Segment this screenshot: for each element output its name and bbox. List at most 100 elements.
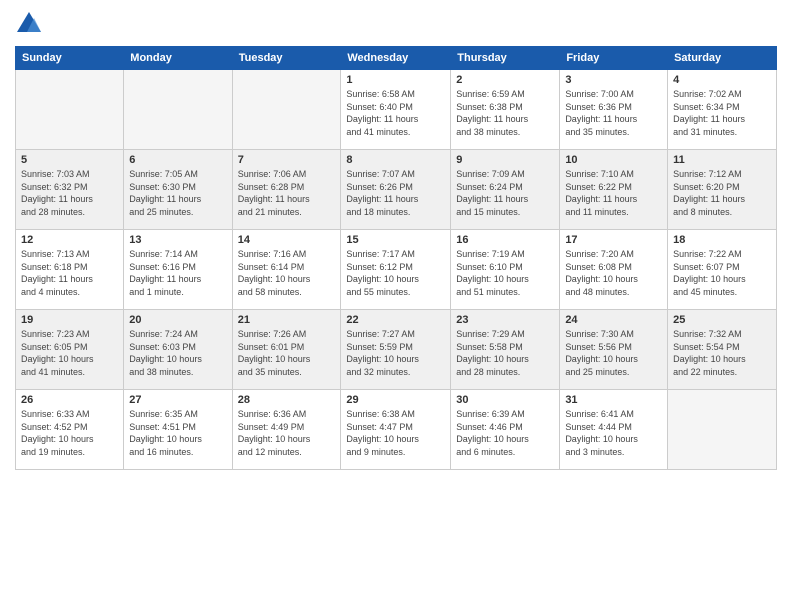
calendar-week-row: 12 Sunrise: 7:13 AM Sunset: 6:18 PM Dayli… xyxy=(16,230,777,310)
day-detail: Sunrise: 7:14 AM Sunset: 6:16 PM Dayligh… xyxy=(129,248,226,298)
calendar-cell: 11 Sunrise: 7:12 AM Sunset: 6:20 PM Dayli… xyxy=(668,150,777,230)
day-number: 13 xyxy=(129,234,226,246)
calendar-cell: 13 Sunrise: 7:14 AM Sunset: 6:16 PM Dayli… xyxy=(124,230,232,310)
day-detail: Sunrise: 7:05 AM Sunset: 6:30 PM Dayligh… xyxy=(129,168,226,218)
day-number: 11 xyxy=(673,154,771,166)
day-detail: Sunrise: 7:17 AM Sunset: 6:12 PM Dayligh… xyxy=(346,248,445,298)
day-detail: Sunrise: 6:33 AM Sunset: 4:52 PM Dayligh… xyxy=(21,408,118,458)
day-detail: Sunrise: 7:19 AM Sunset: 6:10 PM Dayligh… xyxy=(456,248,554,298)
logo-icon xyxy=(15,10,43,38)
day-detail: Sunrise: 7:03 AM Sunset: 6:32 PM Dayligh… xyxy=(21,168,118,218)
calendar-cell: 25Sunrise: 7:32 AM Sunset: 5:54 PM Dayli… xyxy=(668,310,777,390)
calendar-cell: 19Sunrise: 7:23 AM Sunset: 6:05 PM Dayli… xyxy=(16,310,124,390)
calendar-cell: 12 Sunrise: 7:13 AM Sunset: 6:18 PM Dayli… xyxy=(16,230,124,310)
day-number: 14 xyxy=(238,234,336,246)
day-number: 18 xyxy=(673,234,771,246)
day-detail: Sunrise: 7:06 AM Sunset: 6:28 PM Dayligh… xyxy=(238,168,336,218)
day-number: 15 xyxy=(346,234,445,246)
day-detail: Sunrise: 7:20 AM Sunset: 6:08 PM Dayligh… xyxy=(565,248,662,298)
day-number: 20 xyxy=(129,314,226,326)
calendar-cell: 30 Sunrise: 6:39 AM Sunset: 4:46 PM Dayli… xyxy=(451,390,560,470)
day-detail: Sunrise: 6:41 AM Sunset: 4:44 PM Dayligh… xyxy=(565,408,662,458)
day-detail: Sunrise: 7:07 AM Sunset: 6:26 PM Dayligh… xyxy=(346,168,445,218)
day-number: 16 xyxy=(456,234,554,246)
day-number: 9 xyxy=(456,154,554,166)
day-detail: Sunrise: 7:32 AM Sunset: 5:54 PM Dayligh… xyxy=(673,328,771,378)
calendar-cell: 21Sunrise: 7:26 AM Sunset: 6:01 PM Dayli… xyxy=(232,310,341,390)
calendar-week-row: 26Sunrise: 6:33 AM Sunset: 4:52 PM Dayli… xyxy=(16,390,777,470)
calendar-cell: 6 Sunrise: 7:05 AM Sunset: 6:30 PM Daylig… xyxy=(124,150,232,230)
day-number: 12 xyxy=(21,234,118,246)
calendar-cell: 18Sunrise: 7:22 AM Sunset: 6:07 PM Dayli… xyxy=(668,230,777,310)
day-number: 6 xyxy=(129,154,226,166)
calendar-cell: 28 Sunrise: 6:36 AM Sunset: 4:49 PM Dayli… xyxy=(232,390,341,470)
calendar-cell: 20 Sunrise: 7:24 AM Sunset: 6:03 PM Dayli… xyxy=(124,310,232,390)
calendar-cell: 31 Sunrise: 6:41 AM Sunset: 4:44 PM Dayli… xyxy=(560,390,668,470)
day-number: 4 xyxy=(673,74,771,86)
day-detail: Sunrise: 7:12 AM Sunset: 6:20 PM Dayligh… xyxy=(673,168,771,218)
page: SundayMondayTuesdayWednesdayThursdayFrid… xyxy=(0,0,792,612)
logo xyxy=(15,10,47,38)
day-detail: Sunrise: 7:30 AM Sunset: 5:56 PM Dayligh… xyxy=(565,328,662,378)
day-number: 24 xyxy=(565,314,662,326)
day-detail: Sunrise: 6:35 AM Sunset: 4:51 PM Dayligh… xyxy=(129,408,226,458)
calendar-cell: 24 Sunrise: 7:30 AM Sunset: 5:56 PM Dayli… xyxy=(560,310,668,390)
calendar-day-header: Wednesday xyxy=(341,47,451,70)
day-detail: Sunrise: 7:23 AM Sunset: 6:05 PM Dayligh… xyxy=(21,328,118,378)
calendar-cell: 16 Sunrise: 7:19 AM Sunset: 6:10 PM Dayli… xyxy=(451,230,560,310)
calendar-cell: 17 Sunrise: 7:20 AM Sunset: 6:08 PM Dayli… xyxy=(560,230,668,310)
day-number: 10 xyxy=(565,154,662,166)
day-detail: Sunrise: 6:58 AM Sunset: 6:40 PM Dayligh… xyxy=(346,88,445,138)
calendar-cell xyxy=(668,390,777,470)
day-number: 31 xyxy=(565,394,662,406)
day-number: 23 xyxy=(456,314,554,326)
calendar-week-row: 5 Sunrise: 7:03 AM Sunset: 6:32 PM Daylig… xyxy=(16,150,777,230)
calendar-day-header: Sunday xyxy=(16,47,124,70)
day-detail: Sunrise: 7:16 AM Sunset: 6:14 PM Dayligh… xyxy=(238,248,336,298)
day-detail: Sunrise: 6:36 AM Sunset: 4:49 PM Dayligh… xyxy=(238,408,336,458)
calendar-day-header: Monday xyxy=(124,47,232,70)
header xyxy=(15,10,777,38)
day-detail: Sunrise: 7:00 AM Sunset: 6:36 PM Dayligh… xyxy=(565,88,662,138)
calendar-cell: 22 Sunrise: 7:27 AM Sunset: 5:59 PM Dayli… xyxy=(341,310,451,390)
calendar-cell: 3 Sunrise: 7:00 AM Sunset: 6:36 PM Daylig… xyxy=(560,70,668,150)
calendar-cell: 23 Sunrise: 7:29 AM Sunset: 5:58 PM Dayli… xyxy=(451,310,560,390)
calendar-cell: 2Sunrise: 6:59 AM Sunset: 6:38 PM Daylig… xyxy=(451,70,560,150)
calendar-week-row: 19Sunrise: 7:23 AM Sunset: 6:05 PM Dayli… xyxy=(16,310,777,390)
calendar-cell: 15 Sunrise: 7:17 AM Sunset: 6:12 PM Dayli… xyxy=(341,230,451,310)
day-number: 29 xyxy=(346,394,445,406)
day-detail: Sunrise: 7:13 AM Sunset: 6:18 PM Dayligh… xyxy=(21,248,118,298)
day-detail: Sunrise: 7:27 AM Sunset: 5:59 PM Dayligh… xyxy=(346,328,445,378)
day-number: 3 xyxy=(565,74,662,86)
day-number: 8 xyxy=(346,154,445,166)
day-detail: Sunrise: 7:26 AM Sunset: 6:01 PM Dayligh… xyxy=(238,328,336,378)
calendar-cell xyxy=(16,70,124,150)
calendar-cell: 26Sunrise: 6:33 AM Sunset: 4:52 PM Dayli… xyxy=(16,390,124,470)
day-detail: Sunrise: 6:59 AM Sunset: 6:38 PM Dayligh… xyxy=(456,88,554,138)
day-number: 7 xyxy=(238,154,336,166)
calendar-cell: 7 Sunrise: 7:06 AM Sunset: 6:28 PM Daylig… xyxy=(232,150,341,230)
calendar-cell: 8 Sunrise: 7:07 AM Sunset: 6:26 PM Daylig… xyxy=(341,150,451,230)
day-detail: Sunrise: 6:39 AM Sunset: 4:46 PM Dayligh… xyxy=(456,408,554,458)
calendar-cell: 5 Sunrise: 7:03 AM Sunset: 6:32 PM Daylig… xyxy=(16,150,124,230)
calendar-day-header: Thursday xyxy=(451,47,560,70)
day-number: 30 xyxy=(456,394,554,406)
calendar-cell: 29Sunrise: 6:38 AM Sunset: 4:47 PM Dayli… xyxy=(341,390,451,470)
calendar-day-header: Tuesday xyxy=(232,47,341,70)
day-detail: Sunrise: 7:10 AM Sunset: 6:22 PM Dayligh… xyxy=(565,168,662,218)
day-number: 5 xyxy=(21,154,118,166)
day-number: 27 xyxy=(129,394,226,406)
calendar: SundayMondayTuesdayWednesdayThursdayFrid… xyxy=(15,46,777,470)
day-detail: Sunrise: 7:24 AM Sunset: 6:03 PM Dayligh… xyxy=(129,328,226,378)
calendar-cell: 14 Sunrise: 7:16 AM Sunset: 6:14 PM Dayli… xyxy=(232,230,341,310)
day-number: 28 xyxy=(238,394,336,406)
calendar-cell: 1 Sunrise: 6:58 AM Sunset: 6:40 PM Daylig… xyxy=(341,70,451,150)
day-number: 22 xyxy=(346,314,445,326)
day-number: 17 xyxy=(565,234,662,246)
day-detail: Sunrise: 7:29 AM Sunset: 5:58 PM Dayligh… xyxy=(456,328,554,378)
day-number: 1 xyxy=(346,74,445,86)
calendar-day-header: Friday xyxy=(560,47,668,70)
day-detail: Sunrise: 7:09 AM Sunset: 6:24 PM Dayligh… xyxy=(456,168,554,218)
calendar-cell xyxy=(124,70,232,150)
calendar-cell xyxy=(232,70,341,150)
